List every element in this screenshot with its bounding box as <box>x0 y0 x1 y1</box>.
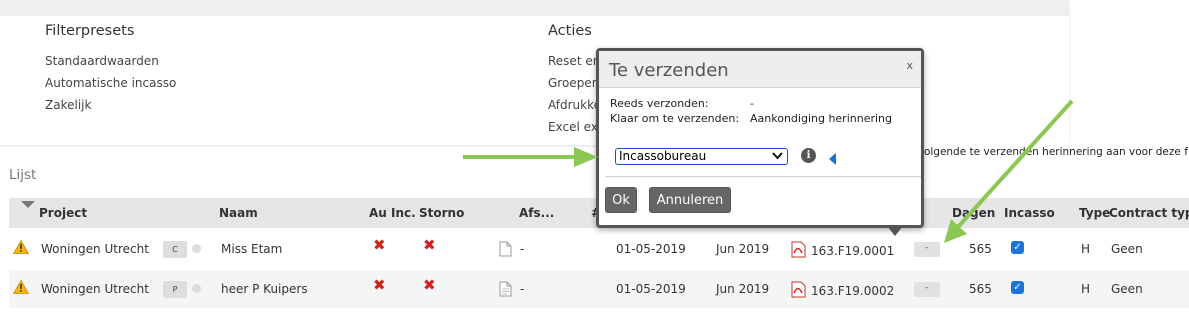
arrow-icon <box>463 147 598 167</box>
arrow-icon <box>944 99 1074 243</box>
annotation-arrows <box>463 99 1074 243</box>
